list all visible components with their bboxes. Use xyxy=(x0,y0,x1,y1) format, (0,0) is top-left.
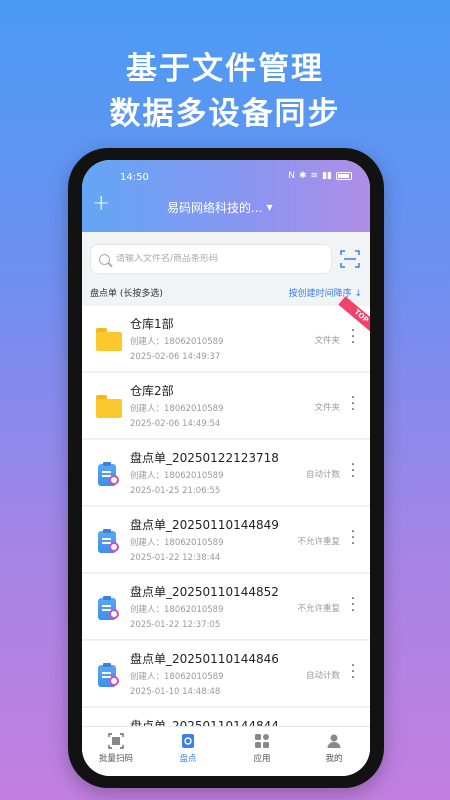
user-icon xyxy=(327,734,341,748)
nav-batch-scan[interactable]: 批量扫码 xyxy=(86,733,146,764)
scan-button[interactable] xyxy=(340,250,360,268)
folder-icon xyxy=(96,395,122,419)
item-creator: 创建人：18062010589 xyxy=(130,672,224,682)
more-icon[interactable]: · · · xyxy=(350,525,356,551)
bottom-nav: 批量扫码 盘点 应用 我的 xyxy=(82,726,370,776)
nav-label: 我的 xyxy=(325,754,343,764)
list-item[interactable]: 盘点单_20250110144849 创建人：18062010589 2025-… xyxy=(82,507,370,573)
item-name: 仓库2部 xyxy=(130,384,174,398)
item-creator: 创建人：18062010589 xyxy=(130,337,224,347)
item-date: 2025-01-25 21:06:55 xyxy=(130,486,221,496)
item-creator: 创建人：18062010589 xyxy=(130,471,224,481)
promo-line-2: 数据多设备同步 xyxy=(109,96,341,132)
clipboard-search-icon xyxy=(96,596,122,620)
battery-icon xyxy=(336,172,352,180)
search-bar[interactable] xyxy=(90,244,332,274)
nav-label: 盘点 xyxy=(179,754,197,764)
status-time: 14:50 xyxy=(120,172,149,183)
more-icon[interactable]: · · · xyxy=(350,391,356,417)
item-tag: 文件夹 xyxy=(314,403,340,413)
search-icon xyxy=(99,253,110,265)
caret-down-icon: ▼ xyxy=(266,203,273,212)
sort-toggle[interactable]: 按创建时间降序 ↓ xyxy=(289,286,362,299)
nfc-icon: N xyxy=(288,171,295,181)
list-item[interactable]: 仓库1部 创建人：18062010589 2025-02-06 14:49:37… xyxy=(82,296,370,372)
nav-label: 应用 xyxy=(253,754,271,764)
item-date: 2025-01-22 12:38:44 xyxy=(130,553,221,563)
item-tag: 文件夹 xyxy=(314,336,340,346)
list-title: 盘点单 (长按多选) xyxy=(90,289,163,299)
list-item[interactable]: 盘点单_20250122123718 创建人：18062010589 2025-… xyxy=(82,440,370,506)
clipboard-search-icon xyxy=(96,663,122,687)
item-name: 仓库1部 xyxy=(130,317,174,331)
item-name: 盘点单_20250110144846 xyxy=(130,652,279,666)
clipboard-search-icon xyxy=(96,462,122,486)
more-icon[interactable]: · · · xyxy=(350,659,356,685)
list-item[interactable]: 仓库2部 创建人：18062010589 2025-02-06 14:49:54… xyxy=(82,373,370,439)
list-item[interactable]: 盘点单_20250110144852 创建人：18062010589 2025-… xyxy=(82,574,370,640)
item-date: 2025-01-22 12:37:05 xyxy=(130,620,221,630)
status-icons: N ✱ ≋ ▮▮ xyxy=(288,171,352,181)
clipboard-search-icon xyxy=(96,529,122,553)
more-icon[interactable]: · · · xyxy=(350,324,356,350)
item-name: 盘点单_20250110144849 xyxy=(130,518,279,532)
nav-inventory[interactable]: 盘点 xyxy=(158,733,218,764)
list-header: 盘点单 (长按多选) 按创建时间降序 ↓ xyxy=(90,286,362,300)
item-name: 盘点单_20250110144852 xyxy=(130,585,279,599)
item-tag: 自动计数 xyxy=(305,671,340,681)
add-button[interactable]: + xyxy=(92,193,110,215)
nav-apps[interactable]: 应用 xyxy=(232,733,292,764)
item-date: 2025-01-10 14:48:48 xyxy=(130,687,221,697)
nav-profile[interactable]: 我的 xyxy=(304,733,364,764)
item-creator: 创建人：18062010589 xyxy=(130,538,224,548)
app-header: 14:50 N ✱ ≋ ▮▮ + 易码网络科技的... ▼ xyxy=(82,160,370,232)
phone-frame: 14:50 N ✱ ≋ ▮▮ + 易码网络科技的... ▼ 请输入文件名/商品条… xyxy=(68,148,384,788)
search-input[interactable] xyxy=(116,254,316,264)
scan-icon xyxy=(340,250,360,268)
signal-icon: ▮▮ xyxy=(322,171,332,181)
item-tag: 不允许重复 xyxy=(297,604,340,614)
inventory-icon xyxy=(182,734,194,748)
item-tag: 自动计数 xyxy=(305,470,340,480)
more-icon[interactable]: · · · xyxy=(350,592,356,618)
bluetooth-icon: ✱ xyxy=(299,171,307,181)
item-tag: 不允许重复 xyxy=(297,537,340,547)
item-date: 2025-02-06 14:49:37 xyxy=(130,352,221,362)
item-creator: 创建人：18062010589 xyxy=(130,605,224,615)
promo-line-1: 基于文件管理 xyxy=(126,51,324,87)
app-screen: 14:50 N ✱ ≋ ▮▮ + 易码网络科技的... ▼ 请输入文件名/商品条… xyxy=(82,160,370,776)
apps-icon xyxy=(255,734,269,748)
more-icon[interactable]: · · · xyxy=(350,458,356,484)
workspace-selector[interactable]: 易码网络科技的... ▼ xyxy=(167,199,273,216)
nav-label: 批量扫码 xyxy=(98,754,133,764)
item-date: 2025-02-06 14:49:54 xyxy=(130,419,221,429)
folder-icon xyxy=(96,328,122,352)
scan-icon xyxy=(108,733,124,749)
item-creator: 创建人：18062010589 xyxy=(130,404,224,414)
list-item[interactable]: 盘点单_20250110144846 创建人：18062010589 2025-… xyxy=(82,641,370,707)
wifi-icon: ≋ xyxy=(310,171,319,181)
workspace-title: 易码网络科技的... xyxy=(167,201,263,215)
item-name: 盘点单_20250122123718 xyxy=(130,451,279,465)
